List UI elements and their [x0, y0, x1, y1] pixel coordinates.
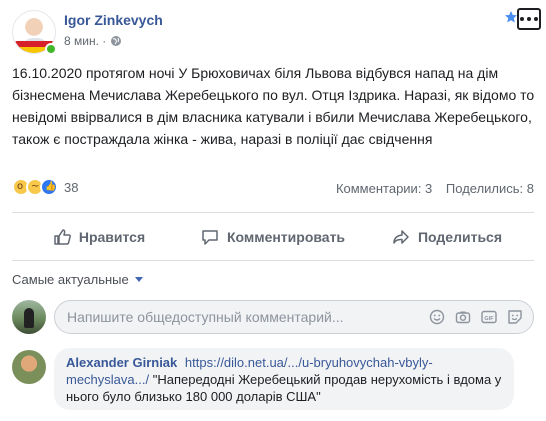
- comment-input-placeholder: Напишите общедоступный комментарий...: [67, 309, 344, 325]
- post-text: 16.10.2020 протягом ночі У Брюховичах бі…: [12, 65, 535, 147]
- comments-count[interactable]: Комментарии: 3: [336, 181, 432, 196]
- divider: [12, 260, 534, 261]
- svg-text:GIF: GIF: [484, 316, 494, 322]
- post-actions: Нравится Комментировать Поделиться: [12, 216, 534, 258]
- share-button[interactable]: Поделиться: [360, 216, 534, 258]
- comment-label: Комментировать: [226, 229, 346, 245]
- like-reaction-icon: 👍: [40, 178, 58, 196]
- comment-bubble: Alexander Girniak https://dilo.net.ua/..…: [54, 348, 514, 410]
- like-thumb: 👍: [45, 182, 57, 192]
- post-header: Igor Zinkevych 8 мин. ·: [12, 8, 541, 58]
- sad-face: ~: [31, 181, 40, 192]
- comment-input-tools: GIF: [429, 309, 533, 325]
- comment-sort-dropdown[interactable]: Самые актуальные: [12, 272, 143, 287]
- divider: [12, 212, 534, 213]
- post-meta: 8 мин. ·: [64, 34, 122, 48]
- post-time[interactable]: 8 мин. ·: [64, 34, 106, 48]
- share-label: Поделиться: [417, 229, 503, 245]
- comment-input[interactable]: Напишите общедоступный комментарий... GI…: [54, 300, 534, 334]
- more-dot: [520, 17, 524, 21]
- like-icon: [54, 229, 71, 245]
- comment-icon: [202, 230, 218, 245]
- reactions-summary[interactable]: o ~ 👍 38: [12, 177, 78, 197]
- sticker-icon[interactable]: [507, 309, 523, 325]
- avatar-figure: [24, 308, 34, 328]
- more-icon[interactable]: [517, 8, 541, 30]
- more-dot: [527, 17, 531, 21]
- more-dot: [534, 17, 538, 21]
- like-button[interactable]: Нравится: [12, 216, 186, 258]
- author-name[interactable]: Igor Zinkevych: [64, 12, 163, 28]
- caret-down-icon: [134, 277, 143, 282]
- reaction-count: 38: [64, 179, 79, 195]
- gif-icon[interactable]: GIF: [481, 309, 497, 325]
- post-stats: Комментарии: 3 Поделились: 8: [326, 181, 534, 196]
- commenter-avatar[interactable]: [12, 350, 46, 384]
- comment-author[interactable]: Alexander Girniak: [66, 355, 177, 370]
- globe-icon: [111, 36, 122, 46]
- shares-count[interactable]: Поделились: 8: [446, 181, 534, 196]
- camera-icon[interactable]: [455, 309, 471, 325]
- sort-label: Самые актуальные: [12, 272, 129, 287]
- current-user-avatar: [12, 300, 46, 334]
- star-icon[interactable]: [504, 10, 518, 24]
- comment-button[interactable]: Комментировать: [186, 216, 360, 258]
- like-label: Нравится: [78, 229, 146, 245]
- share-icon: [393, 230, 409, 244]
- online-status-dot: [45, 43, 57, 55]
- wow-face: o: [17, 181, 24, 192]
- emoji-icon[interactable]: [429, 309, 445, 325]
